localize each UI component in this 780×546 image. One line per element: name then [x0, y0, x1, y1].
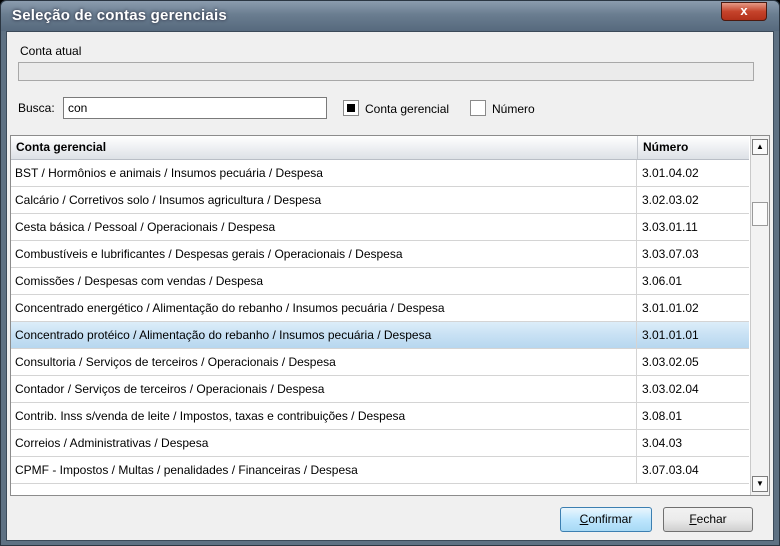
cell-conta-gerencial: Comissões / Despesas com vendas / Despes… [11, 268, 637, 294]
table-body: BST / Hormônios e animais / Insumos pecu… [11, 160, 749, 484]
numero-checkbox-label[interactable]: Número [492, 102, 535, 116]
vertical-scrollbar[interactable]: ▲ ▼ [750, 136, 769, 495]
table-row[interactable]: Concentrado energético / Alimentação do … [11, 295, 749, 322]
cell-numero: 3.01.04.02 [642, 166, 699, 180]
confirm-button[interactable]: Confirmar [560, 507, 652, 532]
table-row[interactable]: Cesta básica / Pessoal / Operacionais / … [11, 214, 749, 241]
cell-numero: 3.01.01.02 [642, 301, 699, 315]
table-row[interactable]: BST / Hormônios e animais / Insumos pecu… [11, 160, 749, 187]
cell-numero: 3.08.01 [642, 409, 683, 423]
cell-numero: 3.02.03.02 [642, 193, 699, 207]
cell-numero: 3.03.07.03 [642, 247, 699, 261]
table-row[interactable]: Correios / Administrativas / Despesa 3.04… [11, 430, 749, 457]
numero-checkbox[interactable] [470, 100, 486, 116]
column-header-conta-gerencial[interactable]: Conta gerencial [11, 136, 637, 159]
cell-conta-gerencial: Combustíveis e lubrificantes / Despesas … [11, 241, 637, 267]
close-mnemonic: F [689, 512, 697, 526]
dialog-content: Conta atual Busca: Conta gerencial Númer… [6, 31, 774, 541]
dialog-window: Seleção de contas gerenciais x Conta atu… [0, 0, 780, 546]
column-header-numero[interactable]: Número [637, 136, 749, 159]
accounts-table: Conta gerencial Número BST / Hormônios e… [10, 135, 770, 496]
cell-conta-gerencial: Concentrado protéico / Alimentação do re… [11, 322, 637, 348]
table-row[interactable]: Contrib. Inss s/venda de leite / Imposto… [11, 403, 749, 430]
cell-conta-gerencial: Calcário / Corretivos solo / Insumos agr… [11, 187, 637, 213]
cell-conta-gerencial: Concentrado energético / Alimentação do … [11, 295, 637, 321]
scrollbar-thumb[interactable] [752, 202, 768, 226]
cell-numero: 3.03.01.11 [642, 220, 698, 234]
cell-conta-gerencial: Contador / Serviços de terceiros / Opera… [11, 376, 637, 402]
conta-gerencial-checkbox-label[interactable]: Conta gerencial [365, 102, 449, 116]
conta-atual-field [18, 62, 754, 81]
table-row[interactable]: CPMF - Impostos / Multas / penalidades /… [11, 457, 749, 484]
cell-numero: 3.04.03 [642, 436, 683, 450]
cell-numero: 3.01.01.01 [642, 328, 699, 342]
cell-numero: 3.07.03.04 [642, 463, 699, 477]
confirm-label: onfirmar [588, 512, 633, 526]
checkbox-check-icon [347, 104, 355, 112]
scroll-up-arrow-icon[interactable]: ▲ [752, 139, 768, 155]
table-row[interactable]: Consultoria / Serviços de terceiros / Op… [11, 349, 749, 376]
cell-conta-gerencial: Consultoria / Serviços de terceiros / Op… [11, 349, 637, 375]
close-button[interactable]: Fechar [663, 507, 753, 532]
table-row[interactable]: Calcário / Corretivos solo / Insumos agr… [11, 187, 749, 214]
busca-label: Busca: [18, 101, 55, 115]
table-row[interactable]: Comissões / Despesas com vendas / Despes… [11, 268, 749, 295]
close-label: echar [696, 512, 727, 526]
table-row[interactable]: Concentrado protéico / Alimentação do re… [11, 322, 749, 349]
title-bar[interactable]: Seleção de contas gerenciais x [1, 1, 779, 31]
cell-conta-gerencial: Correios / Administrativas / Despesa [11, 430, 637, 456]
table-header: Conta gerencial Número [11, 136, 749, 160]
window-title: Seleção de contas gerenciais [12, 7, 227, 24]
cell-conta-gerencial: CPMF - Impostos / Multas / penalidades /… [11, 457, 637, 483]
cell-conta-gerencial: Contrib. Inss s/venda de leite / Imposto… [11, 403, 637, 429]
table-row[interactable]: Contador / Serviços de terceiros / Opera… [11, 376, 749, 403]
cell-conta-gerencial: BST / Hormônios e animais / Insumos pecu… [11, 160, 637, 186]
conta-gerencial-checkbox[interactable] [343, 100, 359, 116]
close-window-button[interactable]: x [721, 2, 767, 21]
table-row[interactable]: Combustíveis e lubrificantes / Despesas … [11, 241, 749, 268]
scroll-down-arrow-icon[interactable]: ▼ [752, 476, 768, 492]
cell-numero: 3.03.02.04 [642, 382, 699, 396]
search-input[interactable] [63, 97, 327, 119]
conta-atual-label: Conta atual [20, 44, 82, 58]
cell-numero: 3.06.01 [642, 274, 683, 288]
cell-numero: 3.03.02.05 [642, 355, 699, 369]
cell-conta-gerencial: Cesta básica / Pessoal / Operacionais / … [11, 214, 637, 240]
